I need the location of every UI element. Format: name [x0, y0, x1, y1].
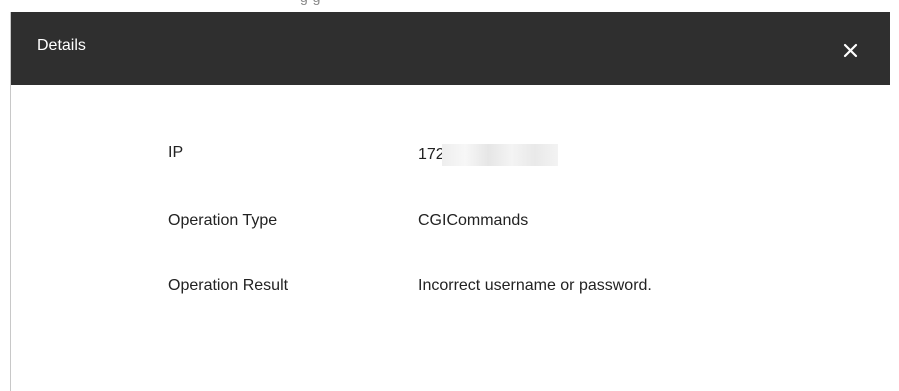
close-button[interactable] [839, 38, 863, 62]
dialog-title: Details [37, 37, 86, 54]
background-page-strip: g g [0, 0, 899, 12]
ip-value-text: 172 [418, 146, 445, 164]
ip-value: 172 [418, 144, 558, 166]
close-icon [843, 43, 858, 58]
operation-result-label: Operation Result [168, 277, 289, 294]
details-dialog: Details IP 172 Operation Type CGICommand… [10, 12, 899, 391]
ip-label: IP [168, 144, 184, 161]
operation-type-label: Operation Type [168, 212, 278, 229]
operation-result-value: Incorrect username or password. [418, 277, 652, 294]
background-page-text: g g [300, 0, 321, 5]
operation-type-value: CGICommands [418, 212, 529, 229]
dialog-header: Details [11, 12, 890, 85]
redacted-area [441, 144, 558, 166]
